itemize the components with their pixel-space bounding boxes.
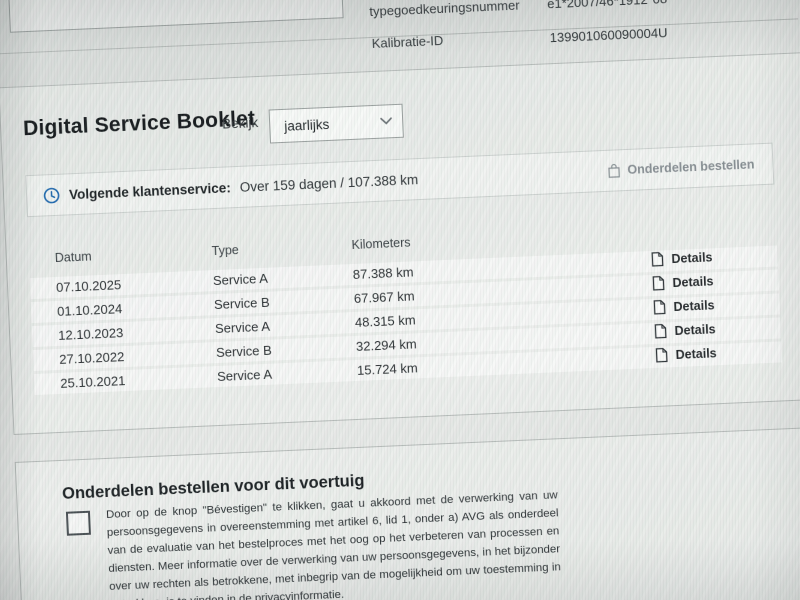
next-service-value: Over 159 dagen / 107.388 km (239, 172, 418, 195)
document-icon (651, 251, 664, 267)
details-label: Details (675, 346, 717, 362)
next-service-label: Volgende klantenservice: (69, 180, 231, 202)
cell-kilometers: 32.294 km (356, 336, 417, 354)
column-header-kilometers: Kilometers (351, 235, 411, 252)
details-label: Details (671, 250, 713, 266)
view-interval-select[interactable]: jaarlijks (269, 104, 404, 144)
details-button[interactable]: Details (654, 321, 716, 339)
spec-value-type-approval: e1*2007/46*1912*08 (547, 0, 668, 11)
cell-datum: 25.10.2021 (60, 373, 126, 391)
cell-type: Service B (214, 295, 270, 312)
order-parts-card: Onderdelen bestellen voor dit voertuig D… (15, 427, 800, 600)
cell-kilometers: 48.315 km (355, 312, 416, 330)
cell-kilometers: 87.388 km (353, 264, 414, 282)
details-button[interactable]: Details (653, 297, 715, 315)
column-header-type: Type (211, 243, 239, 258)
spec-label-type-approval: typegoedkeuringsnummer (369, 0, 520, 19)
document-icon (653, 299, 666, 315)
cell-datum: 27.10.2022 (59, 349, 125, 367)
document-icon (654, 323, 667, 339)
details-button[interactable]: Details (651, 249, 713, 267)
clock-icon (43, 186, 61, 204)
browser-page: 0/140 typegoedkeuringsnummer e1*2007/46*… (0, 0, 800, 600)
cell-kilometers: 15.724 km (357, 360, 418, 378)
screen-photo: 0/140 typegoedkeuringsnummer e1*2007/46*… (0, 0, 800, 600)
char-counter: 0/140 (296, 0, 342, 19)
details-button[interactable]: Details (652, 273, 714, 291)
comment-textarea[interactable]: 0/140 (7, 0, 344, 33)
cell-datum: 07.10.2025 (56, 277, 122, 295)
consent-text: Door op de knop "Bévestigen" te klikken,… (106, 486, 562, 600)
cell-type: Service A (215, 319, 271, 336)
details-label: Details (673, 298, 715, 314)
consent-checkbox[interactable] (66, 511, 91, 536)
digital-service-booklet-card: Digital Service Booklet Bekijk jaarlijks… (0, 52, 800, 435)
details-label: Details (672, 274, 714, 290)
shopping-bag-icon (607, 163, 621, 179)
cell-datum: 12.10.2023 (58, 325, 124, 343)
page-title: Digital Service Booklet (23, 107, 256, 141)
next-service-banner: Volgende klantenservice: Over 159 dagen … (25, 143, 774, 218)
select-value: jaarlijks (284, 116, 330, 133)
details-button[interactable]: Details (655, 345, 717, 363)
details-label: Details (674, 322, 716, 338)
order-parts-label: Onderdelen bestellen (627, 157, 755, 177)
column-header-datum: Datum (55, 249, 92, 265)
cell-type: Service A (213, 271, 269, 288)
order-parts-button[interactable]: Onderdelen bestellen (607, 157, 755, 178)
cell-type: Service B (216, 343, 272, 360)
chevron-down-icon (380, 117, 392, 126)
cell-datum: 01.10.2024 (57, 301, 123, 319)
cell-type: Service A (217, 367, 273, 384)
view-label: Bekijk (222, 115, 259, 132)
cell-kilometers: 67.967 km (354, 288, 415, 306)
document-icon (652, 275, 665, 291)
document-icon (655, 347, 668, 363)
